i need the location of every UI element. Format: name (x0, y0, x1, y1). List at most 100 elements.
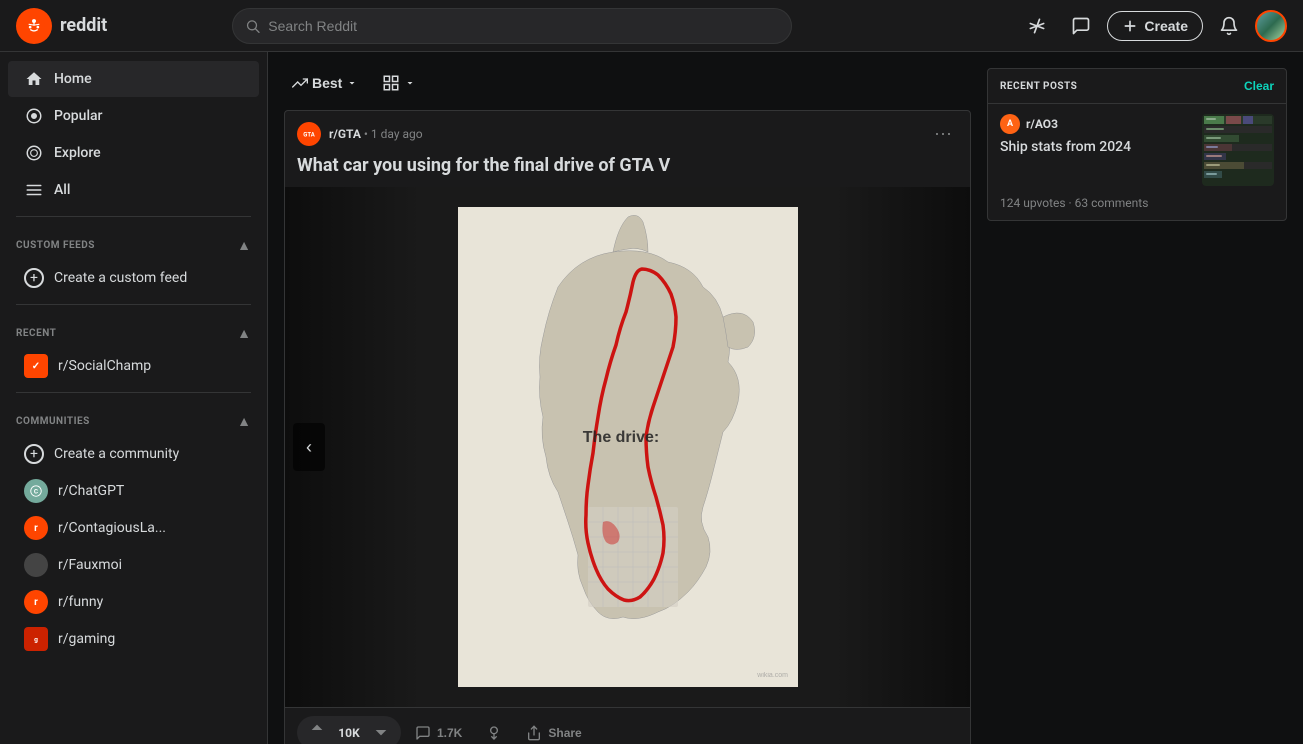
user-avatar[interactable] (1255, 10, 1287, 42)
logo-area[interactable]: reddit (16, 8, 216, 44)
explore-label: Explore (54, 145, 101, 161)
main-content: Best GTA r/GTA (268, 52, 987, 744)
funny-avatar: r (24, 590, 48, 614)
post-more-icon: ··· (934, 123, 952, 143)
svg-text:C: C (34, 487, 38, 495)
create-custom-feed-plus-icon: + (24, 268, 44, 288)
create-custom-feed-label: Create a custom feed (54, 270, 187, 286)
search-bar[interactable] (232, 8, 792, 44)
vote-count: 10K (335, 726, 363, 740)
post-subreddit-name[interactable]: r/GTA (329, 127, 361, 141)
recent-post-meta-ao3: A r/AO3 (1000, 114, 1194, 134)
downvote-button[interactable] (367, 720, 395, 744)
post-actions: 10K 1.7K (285, 707, 970, 744)
home-icon (24, 69, 44, 89)
image-prev-arrow[interactable]: ‹ (293, 423, 325, 471)
contagiousla-name: r/ContagiousLa... (58, 520, 220, 536)
award-button[interactable] (476, 719, 512, 744)
post-title: What car you using for the final drive o… (285, 154, 970, 187)
ao3-avatar-initial: A (1007, 119, 1013, 129)
create-community-plus-icon: + (24, 444, 44, 464)
header-actions: Create (1019, 8, 1287, 44)
community-item-fauxmoi[interactable]: r/Fauxmoi ☆ (8, 547, 259, 583)
create-community-item[interactable]: + Create a community (8, 436, 259, 472)
search-icon (245, 18, 260, 34)
ao3-post-title: Ship stats from 2024 (1000, 138, 1194, 156)
community-item-gaming[interactable]: g r/gaming ☆ (8, 621, 259, 657)
notifications-button[interactable] (1211, 8, 1247, 44)
community-item-contagiousla[interactable]: r r/ContagiousLa... ☆ (8, 510, 259, 546)
socialchamp-name: r/SocialChamp (58, 358, 243, 374)
custom-feeds-section-header[interactable]: CUSTOM FEEDS ▲ (0, 225, 267, 258)
share-icon (526, 725, 542, 741)
communities-section-header[interactable]: COMMUNITIES ▲ (0, 401, 267, 434)
view-toggle-button[interactable] (374, 68, 424, 98)
community-item-chatgpt[interactable]: C r/ChatGPT ☆ (8, 473, 259, 509)
all-icon (24, 180, 44, 200)
create-custom-feed-item[interactable]: + Create a custom feed (8, 260, 259, 296)
post-more-button[interactable]: ··· (928, 121, 958, 146)
sidebar-item-home[interactable]: Home (8, 61, 259, 97)
share-button[interactable]: Share (516, 719, 591, 744)
svg-text:GTA: GTA (303, 131, 315, 138)
recent-item-socialchamp[interactable]: ✓ r/SocialChamp (8, 348, 259, 384)
magic-wand-button[interactable] (1019, 8, 1055, 44)
comment-count: 1.7K (437, 726, 462, 740)
ao3-subreddit-name: r/AO3 (1026, 117, 1058, 131)
chatgpt-avatar: C (24, 479, 48, 503)
recent-posts-widget: RECENT POSTS Clear A r/AO3 Ship stats fr… (987, 68, 1287, 221)
sort-label: Best (312, 75, 342, 91)
create-button[interactable]: Create (1107, 11, 1203, 41)
gta-map: The drive: wikia.com (458, 207, 798, 687)
explore-icon (24, 143, 44, 163)
funny-name: r/funny (58, 594, 220, 610)
fauxmoi-avatar (24, 553, 48, 577)
gta-map-wrapper: ‹ (285, 187, 970, 707)
clear-recent-posts-button[interactable]: Clear (1244, 79, 1274, 93)
ao3-post-stats: 124 upvotes · 63 comments (988, 196, 1286, 220)
sidebar-divider-2 (16, 304, 251, 305)
gaming-name: r/gaming (58, 631, 220, 647)
communities-toggle-icon: ▲ (237, 413, 251, 430)
reddit-logo-icon (16, 8, 52, 44)
sidebar: Home Popular Explore (0, 52, 268, 744)
recent-posts-title: RECENT POSTS (1000, 81, 1077, 92)
vote-area: 10K (297, 716, 401, 744)
sidebar-item-popular[interactable]: Popular (8, 98, 259, 134)
sidebar-item-explore[interactable]: Explore (8, 135, 259, 171)
comments-icon (415, 725, 431, 741)
chatgpt-name: r/ChatGPT (58, 483, 220, 499)
create-label: Create (1144, 18, 1188, 34)
widget-header: RECENT POSTS Clear (988, 69, 1286, 104)
upvote-count-text: 124 upvotes (1000, 196, 1066, 210)
chat-button[interactable] (1063, 8, 1099, 44)
award-icon (486, 725, 502, 741)
recent-post-item-ao3[interactable]: A r/AO3 Ship stats from 2024 (988, 104, 1286, 196)
sort-best-button[interactable]: Best (284, 69, 366, 97)
home-label: Home (54, 71, 92, 87)
comments-button[interactable]: 1.7K (405, 719, 472, 744)
community-item-funny[interactable]: r r/funny ☆ (8, 584, 259, 620)
contagiousla-avatar: r (24, 516, 48, 540)
post-subreddit-icon: GTA (297, 122, 321, 146)
search-input[interactable] (268, 18, 779, 34)
logo-text: reddit (60, 15, 107, 36)
post-separator: • (364, 127, 371, 141)
recent-section-header[interactable]: RECENT ▲ (0, 313, 267, 346)
popular-label: Popular (54, 108, 103, 124)
communities-title: COMMUNITIES (16, 416, 90, 427)
recent-title: RECENT (16, 328, 56, 339)
popular-icon (24, 106, 44, 126)
right-panel: RECENT POSTS Clear A r/AO3 Ship stats fr… (987, 52, 1303, 744)
post-header: GTA r/GTA • 1 day ago ··· (285, 111, 970, 154)
svg-text:g: g (34, 636, 38, 644)
svg-text:wikia.com: wikia.com (756, 672, 788, 679)
ao3-post-thumbnail (1202, 114, 1274, 186)
upvote-button[interactable] (303, 720, 331, 744)
custom-feeds-title: CUSTOM FEEDS (16, 240, 95, 251)
post-meta: r/GTA • 1 day ago (329, 127, 423, 141)
comment-count-text: 63 comments (1075, 196, 1149, 210)
share-label: Share (548, 726, 581, 740)
ao3-subreddit-avatar: A (1000, 114, 1020, 134)
sidebar-item-all[interactable]: All (8, 172, 259, 208)
